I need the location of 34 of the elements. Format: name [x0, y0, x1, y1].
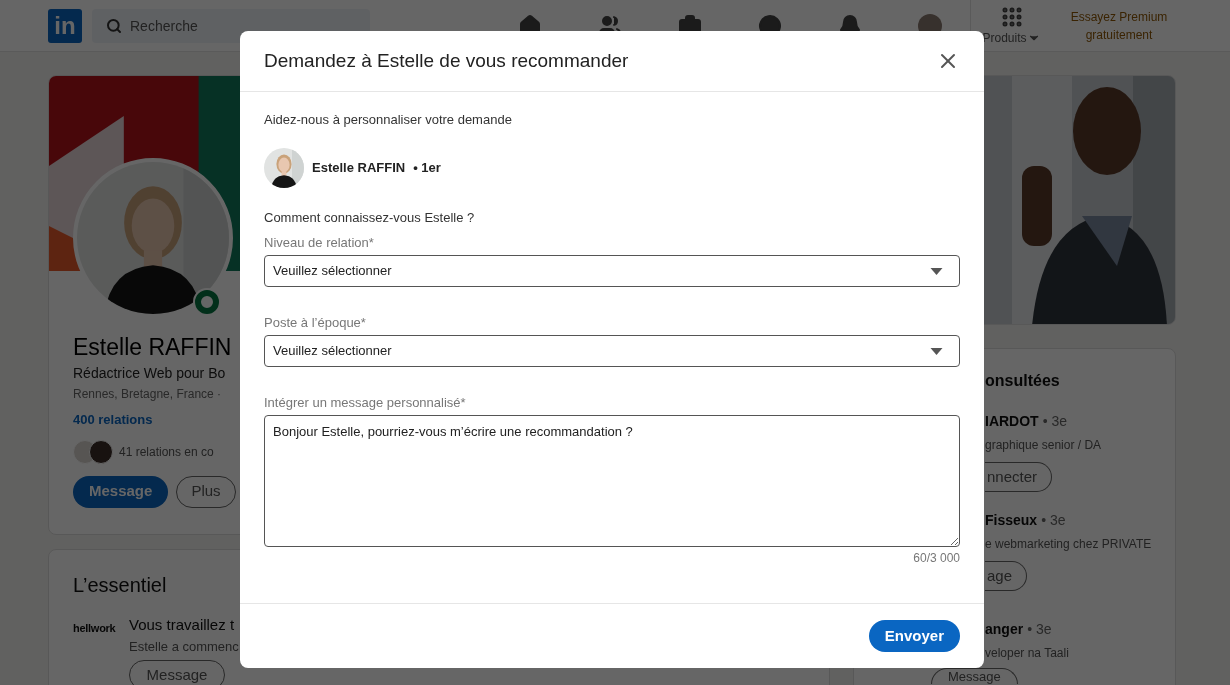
person-headline: graphique senior / DA: [985, 437, 1103, 454]
character-counter: 60/3 000: [913, 550, 960, 567]
connection-degree: • 3e: [1041, 511, 1066, 530]
relations-link[interactable]: 400 relations: [73, 410, 153, 430]
connection-degree: • 3e: [1027, 620, 1052, 639]
field-label: Poste à l’époque*: [264, 314, 367, 332]
dialog-title: Demandez à Estelle de vous recommander: [264, 48, 629, 73]
person-name[interactable]: anger: [985, 619, 1024, 640]
person-name[interactable]: IARDOT: [985, 411, 1039, 432]
message-field[interactable]: Bonjour Estelle, pourriez-vous m’écrire une recommandation ?: [264, 415, 960, 547]
connection-degree: • 3e: [1042, 412, 1068, 431]
section-title: onsultées: [985, 371, 1061, 391]
field-label: Intégrer un message personnalisé*: [264, 394, 467, 412]
products-label[interactable]: Produits: [982, 28, 1027, 47]
message-button[interactable]: Message: [73, 475, 169, 508]
profile-location: Rennes, Bretagne, France ·: [73, 386, 222, 403]
company-logo: hellwork: [73, 621, 117, 636]
person-name[interactable]: Fisseux: [985, 510, 1038, 531]
premium-link[interactable]: Essayez Premium gratuitement: [1064, 7, 1174, 44]
mutual-relations[interactable]: 41 relations en co: [119, 442, 214, 461]
search-icon: [106, 17, 122, 34]
send-button[interactable]: Envoyer: [868, 620, 960, 652]
caret-icon: [930, 267, 943, 275]
profile-headline: Rédactrice Web pour Bo: [73, 364, 226, 383]
essentials-heading: Vous travaillez t: [129, 615, 235, 635]
avatar: [89, 439, 113, 464]
profile-name: Estelle RAFFIN: [73, 333, 232, 362]
section-title: L’essentiel: [73, 573, 168, 598]
select-field[interactable]: Veuillez sélectionner: [264, 335, 960, 367]
person-headline: e webmarketing chez PRIVATE: [985, 536, 1153, 553]
caret-icon: [930, 347, 943, 355]
logo[interactable]: in: [48, 8, 82, 43]
essentials-text: Estelle a commenc: [129, 637, 239, 656]
person-headline: veloper na Taali: [985, 645, 1070, 662]
